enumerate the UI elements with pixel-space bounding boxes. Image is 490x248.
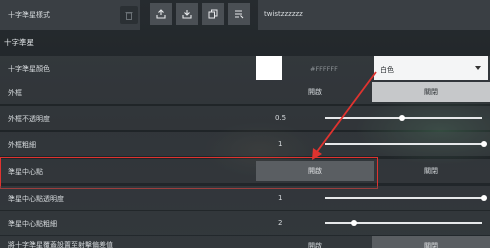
annotation-arrow <box>312 71 377 160</box>
